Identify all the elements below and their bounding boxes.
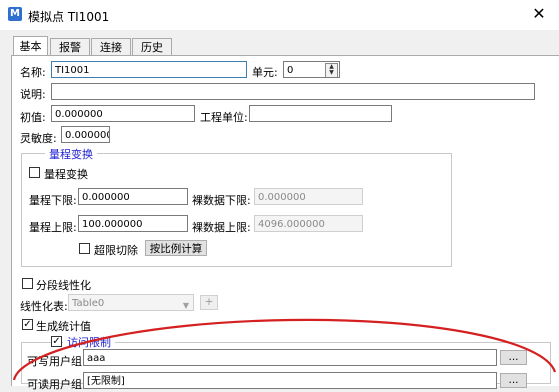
annotation-ellipse xyxy=(12,318,557,380)
